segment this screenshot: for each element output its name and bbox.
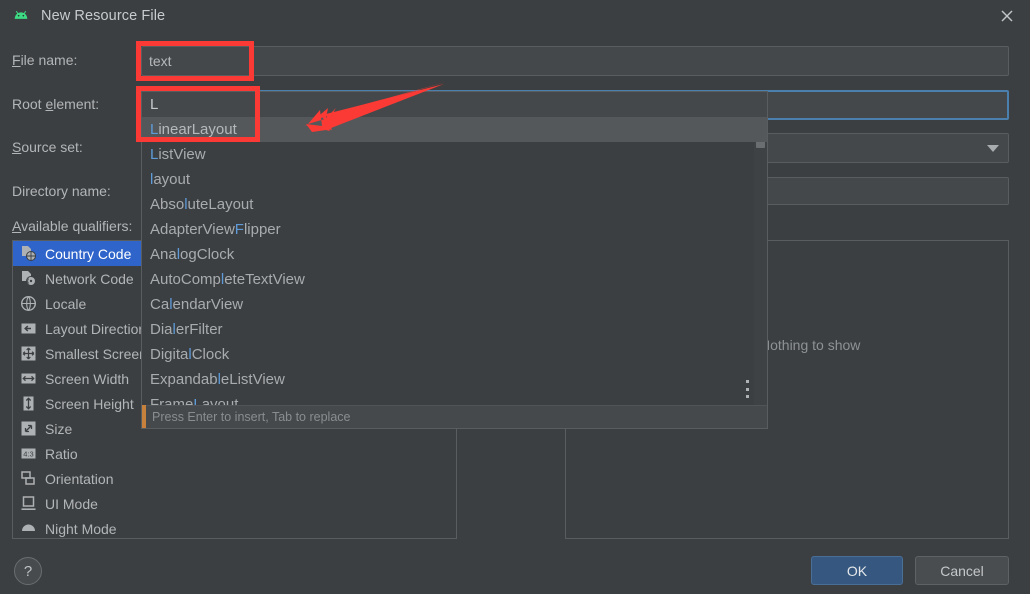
qualifier-item-label: Size — [45, 420, 73, 437]
autocomplete-item-match: L — [150, 146, 159, 163]
autocomplete-item-label: Ca — [150, 296, 170, 313]
network-code-icon — [22, 271, 36, 286]
autocomplete-hint-text: Press Enter to insert, Tab to replace — [152, 410, 351, 424]
directory-name-label: Directory name: — [12, 183, 111, 199]
locale-globe-icon — [20, 295, 37, 312]
qualifier-item-label: Network Code — [45, 270, 134, 287]
ok-button-label: OK — [846, 562, 868, 579]
file-name-mnemonic: F — [12, 52, 21, 68]
autocomplete-item-match: L — [150, 121, 159, 138]
chevron-down-icon — [987, 145, 999, 152]
new-resource-file-dialog: New Resource File File name: Root elemen… — [0, 0, 1030, 594]
autocomplete-item-label-rest: ayout — [153, 171, 191, 188]
qualifier-item-ratio[interactable]: 4:3 Ratio — [13, 441, 456, 466]
qualifier-item-label: Layout Direction — [45, 320, 147, 337]
ui-mode-icon — [21, 496, 36, 510]
source-set-mnemonic: S — [12, 139, 22, 155]
size-icon — [21, 421, 36, 436]
ok-button[interactable]: OK — [811, 556, 903, 585]
available-qualifiers-label-text: vailable qualifiers: — [21, 218, 133, 234]
qualifier-item-label: Locale — [45, 295, 87, 312]
more-options-icon[interactable] — [740, 380, 754, 398]
autocomplete-item-expandablelistview[interactable]: Expandab l eListView — [142, 367, 767, 392]
autocomplete-item-label-rest: eListView — [220, 371, 285, 388]
qualifier-item-label: Screen Width — [45, 370, 130, 387]
file-name-value: text — [149, 53, 172, 69]
country-code-icon — [22, 246, 36, 261]
autocomplete-item-label-rest: endarView — [172, 296, 244, 313]
autocomplete-item-label: Dia — [150, 321, 173, 338]
source-set-label-text: ource set: — [21, 139, 83, 155]
layout-direction-icon — [21, 323, 36, 334]
hint-marker — [142, 405, 146, 428]
title-bar: New Resource File — [0, 0, 1030, 32]
root-element-label-post: lement: — [53, 96, 100, 112]
close-icon — [1001, 10, 1013, 22]
qualifier-item-label: Screen Height — [45, 395, 134, 412]
close-button[interactable] — [984, 0, 1030, 32]
qualifier-item-orientation[interactable]: Orientation — [13, 466, 456, 491]
autocomplete-item-digitalclock[interactable]: Digita l Clock — [142, 342, 767, 367]
qualifier-item-label: Ratio — [45, 445, 78, 462]
ratio-icon: 4:3 — [21, 448, 36, 459]
nothing-to-show-text: Nothing to show — [760, 337, 861, 353]
qualifier-item-label: Country Code — [45, 245, 132, 262]
autocomplete-item-label-rest: eteTextView — [224, 271, 305, 288]
autocomplete-item-label-rest: ogClock — [180, 246, 235, 263]
autocomplete-item-label-rest: lipper — [243, 221, 281, 238]
autocomplete-item-label-rest: Clock — [191, 346, 230, 363]
root-element-label-pre: Root — [12, 96, 46, 112]
autocomplete-typed-prefix: L — [142, 92, 767, 117]
qualifier-item-label: Night Mode — [45, 520, 117, 537]
autocomplete-item-analogclock[interactable]: Ana l ogClock — [142, 242, 767, 267]
help-icon: ? — [23, 562, 33, 580]
autocomplete-item-label-rest: erFilter — [175, 321, 223, 338]
window-title: New Resource File — [41, 8, 166, 24]
cancel-button[interactable]: Cancel — [915, 556, 1009, 585]
help-button[interactable]: ? — [14, 557, 42, 585]
autocomplete-item-listview[interactable]: ListView — [142, 142, 767, 167]
qualifier-item-night-mode[interactable]: Night Mode — [13, 516, 456, 538]
autocomplete-item-label: Abso — [150, 196, 185, 213]
autocomplete-item-label: Digita — [150, 346, 189, 363]
autocomplete-item-label-rest: inearLayout — [158, 121, 237, 138]
android-icon — [14, 10, 28, 19]
svg-text:4:3: 4:3 — [23, 450, 33, 459]
cancel-button-label: Cancel — [940, 562, 984, 579]
available-qualifiers-mnemonic: A — [12, 218, 22, 234]
screen-width-icon — [21, 373, 36, 384]
source-set-label: Source set: — [12, 139, 83, 155]
autocomplete-item-dialerfilter[interactable]: Dia l erFilter — [142, 317, 767, 342]
smallest-screen-width-icon — [21, 346, 36, 361]
autocomplete-list: L LinearLayout ListView l ayout Abso l uteLayou… — [142, 92, 767, 417]
file-name-label-text: ile name: — [20, 52, 78, 68]
root-element-label: Root element: — [12, 96, 99, 112]
autocomplete-item-label: Ana — [150, 246, 177, 263]
autocomplete-hint-bar: Press Enter to insert, Tab to replace — [142, 405, 767, 428]
orientation-icon — [21, 471, 35, 485]
autocomplete-item-layout[interactable]: l ayout — [142, 167, 767, 192]
root-element-autocomplete-popup[interactable]: L LinearLayout ListView l ayout Abso l uteLayou… — [141, 91, 768, 429]
autocomplete-item-calendarview[interactable]: Ca l endarView — [142, 292, 767, 317]
screen-height-icon — [23, 396, 34, 411]
autocomplete-item-label: AdapterView — [150, 221, 235, 238]
qualifier-item-label: Orientation — [45, 470, 114, 487]
file-name-input[interactable]: text — [141, 46, 1009, 76]
autocomplete-item-autocompletetextview[interactable]: AutoComp l eteTextView — [142, 267, 767, 292]
autocomplete-item-label-rest: istView — [158, 146, 206, 163]
autocomplete-item-label: Expandab — [150, 371, 218, 388]
autocomplete-item-linearlayout[interactable]: LinearLayout — [142, 117, 767, 142]
available-qualifiers-label: Available qualifiers: — [12, 218, 132, 234]
night-mode-icon — [22, 524, 35, 531]
qualifier-item-ui-mode[interactable]: UI Mode — [13, 491, 456, 516]
autocomplete-item-absolutelayout[interactable]: Abso l uteLayout — [142, 192, 767, 217]
autocomplete-item-label-rest: uteLayout — [187, 196, 254, 213]
file-name-label: File name: — [12, 52, 77, 68]
qualifier-item-label: UI Mode — [45, 495, 98, 512]
autocomplete-item-adapterviewflipper[interactable]: AdapterView Flipper — [142, 217, 767, 242]
autocomplete-item-label: AutoComp — [150, 271, 221, 288]
autocomplete-item-match: F — [234, 221, 244, 238]
